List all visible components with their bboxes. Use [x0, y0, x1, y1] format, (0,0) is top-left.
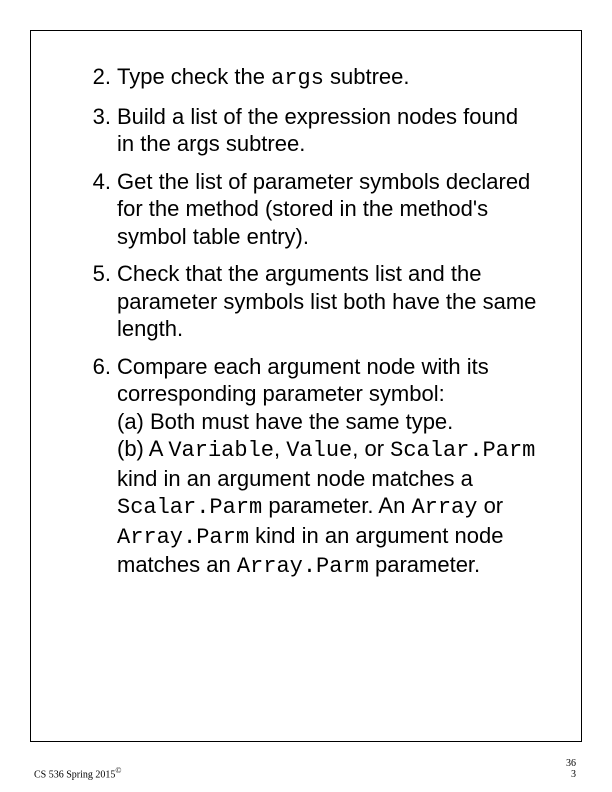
item-number: 3.	[81, 103, 117, 158]
page-number-bottom: 3	[566, 769, 576, 780]
footer-left: CS 536 Spring 2015©	[34, 766, 121, 780]
item-number: 6.	[81, 353, 117, 581]
item-body: Check that the arguments list and the pa…	[117, 260, 541, 343]
item-number: 5.	[81, 260, 117, 343]
content-frame: 2.Type check the args subtree.3.Build a …	[30, 30, 582, 742]
list-item: 2.Type check the args subtree.	[81, 63, 541, 93]
ordered-list: 2.Type check the args subtree.3.Build a …	[81, 63, 541, 581]
list-item: 6.Compare each argument node with its co…	[81, 353, 541, 581]
list-item: 5.Check that the arguments list and the …	[81, 260, 541, 343]
page: 2.Type check the args subtree.3.Build a …	[0, 0, 612, 792]
item-body: Get the list of parameter symbols declar…	[117, 168, 541, 251]
copyright-symbol: ©	[115, 766, 121, 775]
list-item: 3.Build a list of the expression nodes f…	[81, 103, 541, 158]
item-body: Type check the args subtree.	[117, 63, 541, 93]
list-item: 4.Get the list of parameter symbols decl…	[81, 168, 541, 251]
page-number-top: 36	[566, 758, 576, 769]
item-body: Build a list of the expression nodes fou…	[117, 103, 541, 158]
item-number: 2.	[81, 63, 117, 93]
course-label: CS 536 Spring 2015	[34, 769, 115, 780]
item-body: Compare each argument node with its corr…	[117, 353, 541, 581]
item-number: 4.	[81, 168, 117, 251]
footer-right: 36 3	[566, 758, 576, 780]
